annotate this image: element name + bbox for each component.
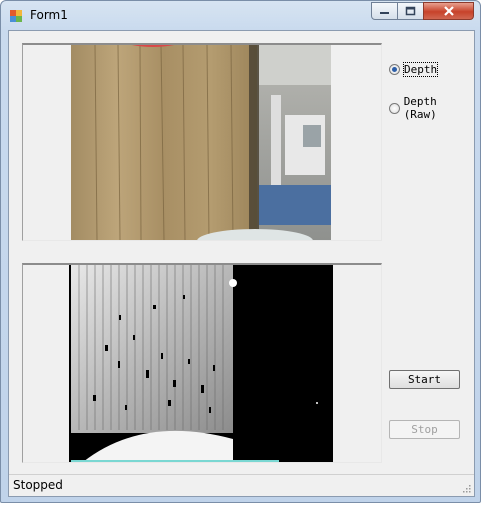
status-text: Stopped <box>13 478 63 492</box>
maximize-icon <box>405 6 416 16</box>
windows-forms-app-icon <box>10 10 22 22</box>
window-title: Form1 <box>30 8 68 22</box>
radio-depth-raw-indicator[interactable] <box>389 102 400 114</box>
depth-image <box>69 265 333 462</box>
radio-depth-indicator[interactable] <box>389 64 400 75</box>
title-bar[interactable]: Form1 <box>1 1 480 31</box>
radio-depth-raw[interactable]: Depth (Raw) <box>389 95 474 121</box>
app-window: Form1 Depth Depth (Raw) Start Stop Stopp… <box>0 0 481 503</box>
radio-depth-raw-label: Depth (Raw) <box>403 95 437 121</box>
resize-grip-icon[interactable] <box>461 483 471 493</box>
color-camera-image <box>71 45 331 240</box>
close-icon <box>443 6 454 16</box>
start-button[interactable]: Start <box>389 370 460 389</box>
form-client-area: Depth Depth (Raw) Start Stop Stopped <box>8 30 475 497</box>
radio-depth[interactable]: Depth <box>389 62 439 77</box>
color-camera-view <box>22 43 382 241</box>
minimize-button[interactable] <box>371 2 398 20</box>
stop-button: Stop <box>389 420 460 439</box>
radio-depth-label: Depth <box>402 62 439 77</box>
depth-camera-view <box>22 263 382 463</box>
minimize-icon <box>380 12 389 14</box>
maximize-button[interactable] <box>397 2 424 20</box>
status-bar: Stopped <box>9 474 474 496</box>
close-button[interactable] <box>423 2 474 20</box>
